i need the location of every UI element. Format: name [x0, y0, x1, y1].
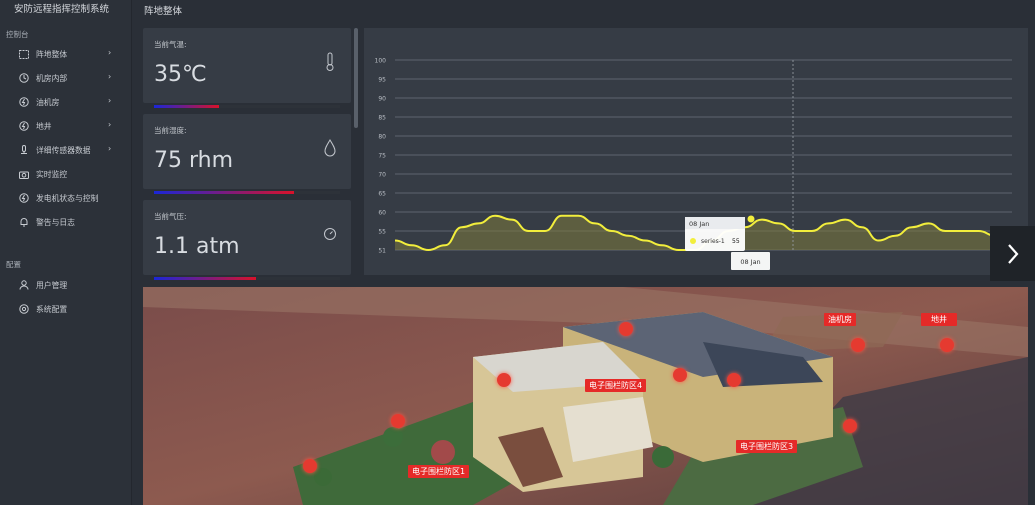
sensor-marker[interactable] — [303, 459, 317, 473]
sensor-marker[interactable] — [497, 373, 511, 387]
y-tick-label: 55 — [378, 229, 386, 236]
topbar: 阵地整体 — [132, 0, 1035, 18]
sidebar-item-label: 油机房 — [36, 98, 60, 107]
humidity-card: 当前湿度: 75 rhm — [143, 114, 351, 194]
next-button[interactable] — [990, 226, 1035, 281]
power-icon — [19, 193, 29, 203]
label-fence-zone-3[interactable]: 电子围栏防区3 — [736, 440, 798, 453]
sidebar-item-label: 发电机状态与控制 — [36, 194, 99, 203]
sidebar-item-label: 用户管理 — [36, 281, 68, 290]
sidebar-item-alerts-logs[interactable]: 警告与日志 — [0, 213, 132, 231]
sidebar-item-system-config[interactable]: 系统配置 — [0, 300, 132, 318]
sidebar-item-generator-control[interactable]: 发电机状态与控制 — [0, 189, 132, 207]
sensor-marker[interactable] — [619, 322, 633, 336]
label-fence-zone-4[interactable]: 电子围栏防区4 — [585, 379, 647, 392]
chevron-right-icon: › — [108, 72, 112, 81]
chevron-right-icon: › — [108, 48, 112, 57]
pressure-card: 当前气压: 1.1 atm — [143, 200, 351, 280]
card-value: 1.1 atm — [154, 234, 240, 259]
label-well[interactable]: 地井 — [921, 313, 957, 326]
chevron-right-icon: › — [108, 120, 112, 129]
sensor-icon — [19, 145, 29, 155]
layout-icon — [19, 49, 29, 59]
sidebar-item-label: 实时监控 — [36, 170, 68, 179]
bell-icon — [19, 217, 29, 227]
camera-icon — [19, 169, 29, 179]
sensor-marker[interactable] — [727, 373, 741, 387]
y-tick-label: 95 — [378, 77, 386, 84]
sidebar-item-label: 警告与日志 — [36, 218, 75, 227]
cards-scrollbar[interactable] — [354, 28, 358, 128]
hover-point — [747, 215, 755, 223]
chevron-right-icon: › — [108, 96, 112, 105]
sidebar: 安防远程指挥控制系统 控制台 阵地整体 › 机房内部 › 油机房 › 地井 › … — [0, 0, 132, 505]
well-icon — [19, 121, 29, 131]
sidebar-item-label: 详细传感器数据 — [36, 146, 91, 155]
sidebar-item-overall[interactable]: 阵地整体 › — [0, 45, 132, 63]
generator-room-icon — [19, 97, 29, 107]
sensor-marker[interactable] — [391, 414, 405, 428]
sidebar-item-label: 机房内部 — [36, 74, 68, 83]
sidebar-item-room[interactable]: 机房内部 › — [0, 69, 132, 87]
section-label-config: 配置 — [6, 260, 21, 269]
x-tooltip-label: 08 Jan — [740, 258, 760, 266]
sensor-marker[interactable] — [940, 338, 954, 352]
card-value: 75 rhm — [154, 148, 234, 173]
temperature-bar — [154, 105, 340, 108]
y-tick-label: 100 — [375, 58, 387, 65]
site-3d-view[interactable]: 油机房 地井 电子围栏防区4 电子围栏防区3 电子围栏防区1 — [143, 287, 1028, 505]
sidebar-item-label: 阵地整体 — [36, 50, 68, 59]
card-label: 当前气温: — [154, 40, 187, 49]
app-title: 安防远程指挥控制系统 — [14, 4, 110, 15]
gauge-icon — [323, 224, 337, 244]
droplet-icon — [323, 138, 337, 158]
chart-panel: 51 55 60 65 70 75 80 85 90 95 100 08 Jan series-1 55 0… — [364, 28, 1028, 275]
section-label-console: 控制台 — [6, 30, 29, 39]
sidebar-item-generator-room[interactable]: 油机房 › — [0, 93, 132, 111]
site-scene-image — [143, 287, 1028, 505]
room-icon — [19, 73, 29, 83]
thermometer-icon — [323, 52, 337, 72]
card-label: 当前湿度: — [154, 126, 187, 135]
y-tick-label: 75 — [378, 153, 386, 160]
label-fence-zone-1[interactable]: 电子围栏防区1 — [408, 465, 470, 478]
y-tick-label: 80 — [378, 134, 386, 141]
sidebar-item-label: 系统配置 — [36, 305, 68, 314]
y-tick-label: 51 — [378, 248, 386, 255]
pressure-bar — [154, 277, 340, 280]
sensor-marker[interactable] — [673, 368, 687, 382]
label-generator-room[interactable]: 油机房 — [824, 313, 856, 326]
sidebar-item-label: 地井 — [36, 122, 52, 131]
level-fill — [154, 191, 294, 194]
sidebar-item-well[interactable]: 地井 › — [0, 117, 132, 135]
tooltip-series-dot — [690, 238, 696, 244]
sidebar-item-user-management[interactable]: 用户管理 — [0, 276, 132, 294]
temperature-card: 当前气温: 35℃ — [143, 28, 351, 108]
humidity-bar — [154, 191, 340, 194]
y-tick-label: 60 — [378, 210, 386, 217]
card-label: 当前气压: — [154, 212, 187, 221]
y-tick-label: 90 — [378, 96, 386, 103]
chevron-right-icon — [1007, 243, 1018, 264]
y-tick-label: 85 — [378, 115, 386, 122]
area-chart: 51 55 60 65 70 75 80 85 90 95 100 08 Jan series-1 55 0… — [375, 58, 1013, 270]
sensor-marker[interactable] — [843, 419, 857, 433]
user-icon — [19, 280, 29, 290]
page-title: 阵地整体 — [144, 6, 183, 17]
level-fill — [154, 105, 220, 108]
y-tick-label: 70 — [378, 172, 386, 179]
sidebar-item-realtime-monitor[interactable]: 实时监控 — [0, 165, 132, 183]
level-fill — [154, 277, 257, 280]
chevron-right-icon: › — [108, 144, 112, 153]
y-tick-label: 65 — [378, 191, 386, 198]
card-value: 35℃ — [154, 62, 207, 87]
sidebar-item-sensor-data[interactable]: 详细传感器数据 › — [0, 141, 132, 159]
settings-icon — [19, 304, 29, 314]
tooltip-series-value: 55 — [732, 238, 740, 245]
tooltip-title: 08 Jan — [689, 220, 709, 228]
sensor-marker[interactable] — [851, 338, 865, 352]
tooltip-series-name: series-1 — [701, 238, 725, 245]
